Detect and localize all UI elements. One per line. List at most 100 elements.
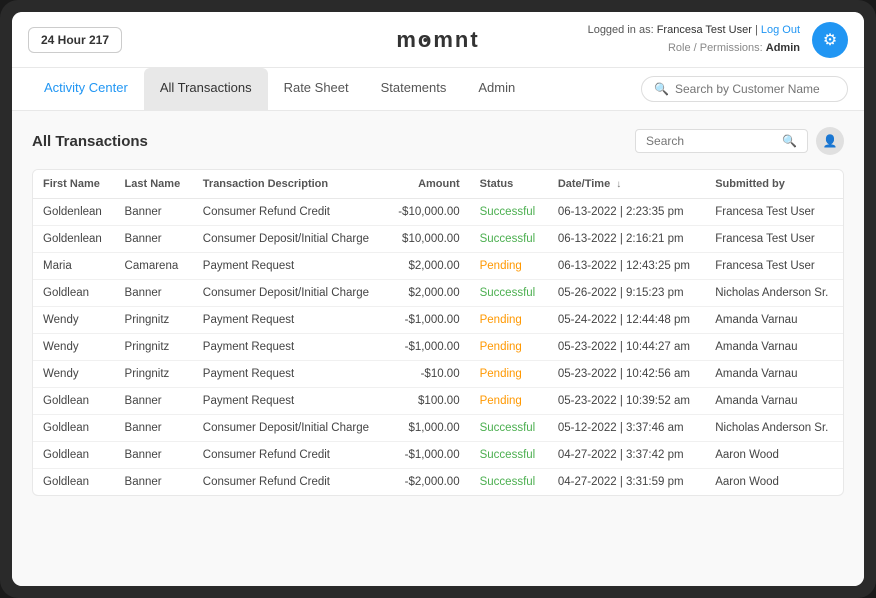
user-name: Francesa Test User: [657, 24, 752, 36]
cell-amount: -$1,000.00: [385, 442, 469, 469]
cell-submitted-by: Amanda Varnau: [705, 307, 843, 334]
cell-description: Consumer Refund Credit: [193, 469, 386, 496]
cell-last-name: Banner: [115, 280, 193, 307]
cell-datetime: 05-23-2022 | 10:42:56 am: [548, 361, 705, 388]
cell-first-name: Goldlean: [33, 442, 115, 469]
device-frame: 24 Hour 217 momnt Logged in as: Francesa…: [0, 0, 876, 598]
nav-item-activity-center[interactable]: Activity Center: [28, 68, 144, 110]
cell-description: Consumer Deposit/Initial Charge: [193, 226, 386, 253]
cell-submitted-by: Amanda Varnau: [705, 334, 843, 361]
table-row: Wendy Pringnitz Payment Request -$10.00 …: [33, 361, 843, 388]
cell-first-name: Goldlean: [33, 280, 115, 307]
table-search-icon: 🔍: [782, 134, 797, 148]
cell-datetime: 05-12-2022 | 3:37:46 am: [548, 415, 705, 442]
cell-datetime: 05-26-2022 | 9:15:23 pm: [548, 280, 705, 307]
cell-first-name: Goldlean: [33, 415, 115, 442]
cell-datetime: 05-23-2022 | 10:44:27 am: [548, 334, 705, 361]
cell-datetime: 06-13-2022 | 2:16:21 pm: [548, 226, 705, 253]
cell-amount: -$10.00: [385, 361, 469, 388]
col-amount: Amount: [385, 170, 469, 199]
main-content: All Transactions 🔍 👤 First Name: [12, 111, 864, 586]
table-row: Goldlean Banner Consumer Refund Credit -…: [33, 469, 843, 496]
cell-amount: -$10,000.00: [385, 199, 469, 226]
user-info: Logged in as: Francesa Test User | Log O…: [588, 22, 800, 57]
cell-first-name: Goldlean: [33, 388, 115, 415]
cell-first-name: Goldenlean: [33, 226, 115, 253]
cell-amount: $10,000.00: [385, 226, 469, 253]
nav-item-statements[interactable]: Statements: [365, 68, 463, 110]
nav-search: 🔍: [641, 76, 848, 102]
col-datetime[interactable]: Date/Time ↓: [548, 170, 705, 199]
cell-last-name: Camarena: [115, 253, 193, 280]
logout-link[interactable]: Log Out: [761, 24, 800, 36]
cell-amount: $2,000.00: [385, 280, 469, 307]
cell-first-name: Wendy: [33, 361, 115, 388]
cell-submitted-by: Francesa Test User: [705, 226, 843, 253]
section-header: All Transactions 🔍 👤: [32, 127, 844, 155]
cell-status: Successful: [470, 415, 548, 442]
cell-first-name: Goldlean: [33, 469, 115, 496]
cell-status: Pending: [470, 334, 548, 361]
cell-amount: $2,000.00: [385, 253, 469, 280]
col-first-name: First Name: [33, 170, 115, 199]
app-logo: momnt: [396, 27, 479, 53]
gear-icon: ⚙: [823, 30, 837, 50]
nav-search-input[interactable]: [675, 82, 835, 96]
table-row: Goldenlean Banner Consumer Refund Credit…: [33, 199, 843, 226]
cell-datetime: 04-27-2022 | 3:37:42 pm: [548, 442, 705, 469]
cell-last-name: Banner: [115, 415, 193, 442]
cell-status: Pending: [470, 307, 548, 334]
cell-datetime: 06-13-2022 | 12:43:25 pm: [548, 253, 705, 280]
cell-datetime: 05-23-2022 | 10:39:52 am: [548, 388, 705, 415]
cell-last-name: Banner: [115, 226, 193, 253]
cell-status: Successful: [470, 442, 548, 469]
table-row: Goldenlean Banner Consumer Deposit/Initi…: [33, 226, 843, 253]
table-search: 🔍: [635, 129, 808, 153]
transactions-table: First Name Last Name Transaction Descrip…: [32, 169, 844, 496]
cell-status: Successful: [470, 469, 548, 496]
cell-description: Payment Request: [193, 253, 386, 280]
nav-search-icon: 🔍: [654, 82, 669, 96]
table-search-input[interactable]: [646, 134, 776, 148]
cell-submitted-by: Amanda Varnau: [705, 361, 843, 388]
cell-datetime: 04-27-2022 | 3:31:59 pm: [548, 469, 705, 496]
col-description: Transaction Description: [193, 170, 386, 199]
screen: 24 Hour 217 momnt Logged in as: Francesa…: [12, 12, 864, 586]
cell-datetime: 05-24-2022 | 12:44:48 pm: [548, 307, 705, 334]
cell-description: Consumer Deposit/Initial Charge: [193, 280, 386, 307]
nav-item-rate-sheet[interactable]: Rate Sheet: [268, 68, 365, 110]
cell-submitted-by: Francesa Test User: [705, 199, 843, 226]
header-right: Logged in as: Francesa Test User | Log O…: [588, 22, 848, 58]
cell-first-name: Wendy: [33, 307, 115, 334]
header-left: 24 Hour 217: [28, 27, 122, 53]
cell-status: Successful: [470, 226, 548, 253]
cell-first-name: Goldenlean: [33, 199, 115, 226]
table-row: Wendy Pringnitz Payment Request -$1,000.…: [33, 307, 843, 334]
store-badge: 24 Hour 217: [28, 27, 122, 53]
table-row: Goldlean Banner Payment Request $100.00 …: [33, 388, 843, 415]
cell-description: Payment Request: [193, 334, 386, 361]
cell-submitted-by: Aaron Wood: [705, 442, 843, 469]
cell-submitted-by: Nicholas Anderson Sr.: [705, 280, 843, 307]
cell-last-name: Pringnitz: [115, 307, 193, 334]
user-avatar: 👤: [816, 127, 844, 155]
role-label: Role / Permissions:: [668, 42, 763, 54]
table-row: Wendy Pringnitz Payment Request -$1,000.…: [33, 334, 843, 361]
cell-submitted-by: Francesa Test User: [705, 253, 843, 280]
cell-submitted-by: Aaron Wood: [705, 469, 843, 496]
cell-amount: -$1,000.00: [385, 307, 469, 334]
nav-item-all-transactions[interactable]: All Transactions: [144, 68, 268, 110]
nav-item-admin[interactable]: Admin: [462, 68, 531, 110]
nav-bar: Activity Center All Transactions Rate Sh…: [12, 68, 864, 111]
logged-in-label: Logged in as:: [588, 24, 654, 36]
cell-description: Payment Request: [193, 307, 386, 334]
cell-amount: -$1,000.00: [385, 334, 469, 361]
cell-first-name: Wendy: [33, 334, 115, 361]
settings-button[interactable]: ⚙: [812, 22, 848, 58]
cell-last-name: Pringnitz: [115, 361, 193, 388]
cell-status: Pending: [470, 388, 548, 415]
cell-status: Successful: [470, 280, 548, 307]
cell-status: Pending: [470, 361, 548, 388]
cell-datetime: 06-13-2022 | 2:23:35 pm: [548, 199, 705, 226]
table-row: Goldlean Banner Consumer Deposit/Initial…: [33, 280, 843, 307]
